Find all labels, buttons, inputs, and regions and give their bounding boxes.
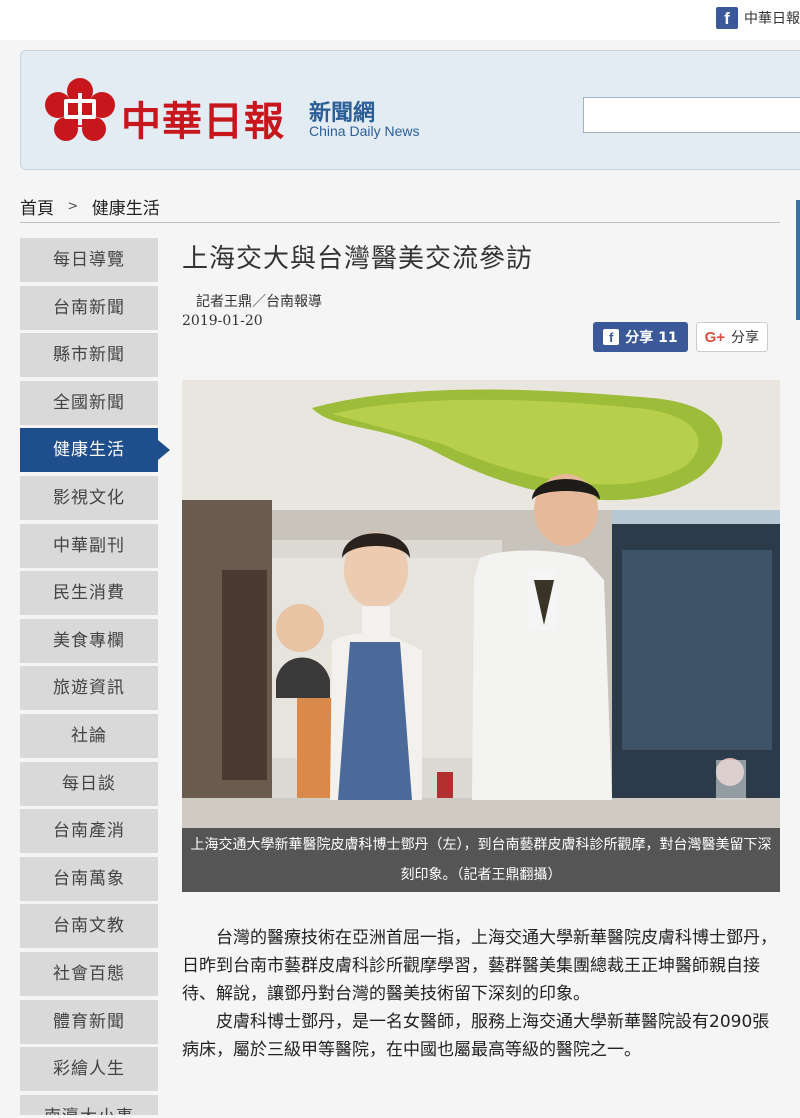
article-byline: 記者王鼎／台南報導 bbox=[196, 294, 322, 310]
photo-caption: 上海交通大學新華醫院皮膚科博士鄧丹（左），到台南藝群皮膚科診所觀摩，對台灣醫美留… bbox=[182, 828, 780, 892]
google-plus-share-label: 分享 bbox=[731, 330, 759, 346]
sidebar-item-painted-life[interactable]: 彩繪人生 bbox=[20, 1047, 158, 1092]
site-header: 中華日報 新聞網 China Daily News bbox=[20, 50, 800, 170]
category-sidebar: 每日導覽 台南新聞 縣市新聞 全國新聞 健康生活 影視文化 中華副刊 民生消費 … bbox=[20, 238, 170, 1118]
facebook-icon: f bbox=[716, 7, 738, 29]
facebook-share-label: 分享 11 bbox=[625, 330, 678, 346]
sidebar-item-tainan-education[interactable]: 台南文教 bbox=[20, 904, 158, 949]
brand-name-chinese[interactable]: 中華日報 bbox=[121, 89, 285, 147]
sidebar-item-national-news[interactable]: 全國新聞 bbox=[20, 380, 158, 425]
article-paragraph: 皮膚科博士鄧丹，是一名女醫師，服務上海交通大學新華醫院設有2090張病床，屬於三… bbox=[182, 1012, 770, 1060]
facebook-share-button[interactable]: f 分享 11 bbox=[593, 322, 688, 352]
facebook-fanpage-label: 中華日報 bbox=[744, 11, 800, 27]
sidebar-item-editorial[interactable]: 社論 bbox=[20, 713, 158, 758]
sidebar-item-daily-guide[interactable]: 每日導覽 bbox=[20, 238, 158, 282]
scroll-accent-bar bbox=[796, 200, 800, 320]
top-bar: f 中華日報 bbox=[0, 0, 800, 40]
share-buttons: f 分享 11 G+ 分享 bbox=[593, 322, 768, 352]
article-photo bbox=[182, 380, 780, 828]
plum-blossom-logo[interactable] bbox=[45, 77, 115, 141]
sidebar-item-tainan-industry[interactable]: 台南產消 bbox=[20, 809, 158, 854]
breadcrumb-home[interactable]: 首頁 bbox=[20, 199, 54, 219]
breadcrumb-separator: > bbox=[67, 199, 79, 214]
sidebar-item-consumer[interactable]: 民生消費 bbox=[20, 571, 158, 616]
article-paragraph: 台灣的醫療技術在亞洲首屈一指，上海交通大學新華醫院皮膚科博士鄧丹，日昨到台南市藝… bbox=[182, 928, 777, 1004]
facebook-fanpage-link[interactable]: f 中華日報 bbox=[716, 7, 800, 29]
article-title: 上海交大與台灣醫美交流參訪 bbox=[182, 244, 534, 274]
sidebar-item-travel[interactable]: 旅遊資訊 bbox=[20, 666, 158, 711]
breadcrumb-current[interactable]: 健康生活 bbox=[92, 199, 160, 219]
breadcrumb: 首頁 > 健康生活 bbox=[20, 194, 780, 223]
sidebar-item-film-culture[interactable]: 影視文化 bbox=[20, 475, 158, 520]
sidebar-item-nanying[interactable]: 南瀛大小事 bbox=[20, 1094, 158, 1115]
sidebar-item-society[interactable]: 社會百態 bbox=[20, 951, 158, 996]
article: 上海交大與台灣醫美交流參訪 記者王鼎／台南報導 2019-01-20 f 分享 … bbox=[182, 238, 780, 1060]
sidebar-item-county-news[interactable]: 縣市新聞 bbox=[20, 333, 158, 378]
sidebar-item-tainan-vista[interactable]: 台南萬象 bbox=[20, 856, 158, 901]
sidebar-item-supplement[interactable]: 中華副刊 bbox=[20, 523, 158, 568]
facebook-icon: f bbox=[603, 329, 620, 345]
article-body: 台灣的醫療技術在亞洲首屈一指，上海交通大學新華醫院皮膚科博士鄧丹，日昨到台南市藝… bbox=[182, 924, 780, 1064]
sidebar-item-health-life[interactable]: 健康生活 bbox=[20, 428, 170, 473]
sidebar-item-food-column[interactable]: 美食專欄 bbox=[20, 618, 158, 663]
sidebar-item-sports[interactable]: 體育新聞 bbox=[20, 999, 158, 1044]
google-plus-share-button[interactable]: G+ 分享 bbox=[695, 322, 768, 352]
brand-name-english: China Daily News bbox=[309, 123, 420, 139]
search-input[interactable] bbox=[583, 97, 800, 133]
sidebar-item-daily-talk[interactable]: 每日談 bbox=[20, 761, 158, 806]
sidebar-item-tainan-news[interactable]: 台南新聞 bbox=[20, 285, 158, 330]
google-plus-icon: G+ bbox=[704, 328, 725, 346]
